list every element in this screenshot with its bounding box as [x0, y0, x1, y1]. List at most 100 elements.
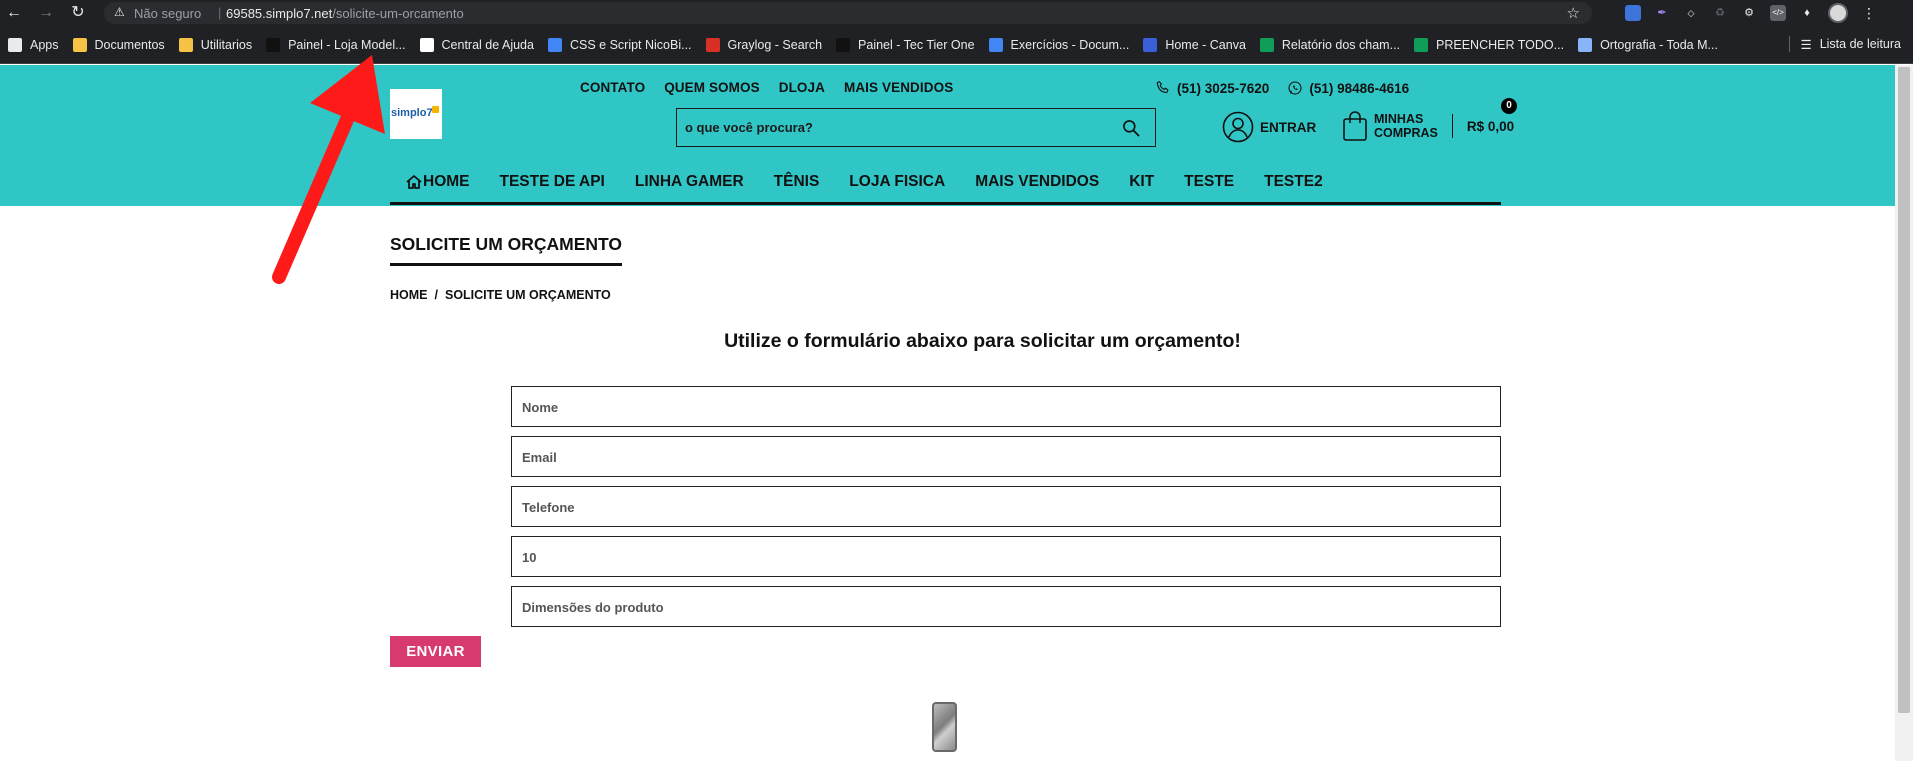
bookmark-item[interactable]: Painel - Tec Tier One [836, 36, 975, 54]
page-scrollbar[interactable] [1895, 65, 1913, 761]
bookmark-star-icon[interactable]: ☆ [1567, 4, 1580, 22]
nav-item[interactable]: LINHA GAMER [635, 173, 744, 191]
user-icon [1222, 111, 1254, 143]
email-input[interactable] [522, 448, 1482, 466]
bookmark-item[interactable]: Central de Ajuda [419, 36, 534, 54]
breadcrumb-current: SOLICITE UM ORÇAMENTO [444, 288, 611, 302]
bookmark-item[interactable]: Utilitarios [178, 36, 252, 54]
bookmarks-bar: Apps Documentos Utilitarios Painel - Loja M… [0, 26, 1913, 64]
phone-field-box [511, 486, 1501, 527]
apps-grid-icon [8, 38, 22, 52]
whatsapp-icon [1288, 81, 1302, 95]
url-text[interactable]: 69585.simplo7.net/solicite-um-orcamento [226, 6, 464, 21]
contact-phones: (51) 3025-7620 (51) 98486-4616 [1155, 80, 1409, 96]
top-links: CONTATO QUEM SOMOS DLOJA MAIS VENDIDOS [580, 80, 953, 95]
dimensions-input[interactable] [522, 598, 1482, 616]
nav-item[interactable]: HOME [406, 173, 470, 191]
nav-item[interactable]: TESTE [1184, 173, 1234, 191]
cart-count-badge: 0 [1501, 98, 1517, 114]
bookmark-favicon-icon [419, 38, 434, 52]
code-icon[interactable]: </> [1770, 5, 1786, 21]
bookmark-item[interactable]: Painel - Loja Model... [266, 36, 406, 54]
feather-icon[interactable]: ✒ [1654, 5, 1670, 21]
top-link[interactable]: MAIS VENDIDOS [844, 80, 953, 95]
phone[interactable]: (51) 3025-7620 [1155, 80, 1269, 96]
back-icon[interactable]: ← [4, 3, 24, 23]
cart-link[interactable]: MINHAS COMPRAS R$ 0,00 [1342, 110, 1514, 142]
leaf-icon[interactable]: ◇ [1683, 5, 1699, 21]
browser-toolbar: ← → ↻ ⚠ Não seguro | 69585.simplo7.net/s… [0, 0, 1913, 26]
product-image [932, 702, 957, 752]
warning-icon: ⚠ [114, 5, 125, 19]
cart-label: MINHAS COMPRAS [1374, 112, 1438, 140]
address-bar[interactable]: ⚠ Não seguro | 69585.simplo7.net/solicit… [104, 2, 1592, 24]
bookmark-favicon-icon [988, 38, 1003, 52]
breadcrumb-separator: / [434, 288, 438, 302]
bookmark-favicon-icon [266, 38, 281, 52]
top-link[interactable]: DLOJA [779, 80, 825, 95]
form-heading: Utilize o formulário abaixo para solicit… [724, 330, 1241, 352]
address-separator: | [218, 5, 222, 20]
dimensions-field-box [511, 586, 1501, 627]
bookmark-favicon-icon [1143, 38, 1158, 52]
login-link[interactable]: ENTRAR [1222, 111, 1316, 143]
bookmark-item[interactable]: Documentos [72, 36, 165, 54]
search-icon[interactable] [1121, 118, 1141, 138]
nav-item[interactable]: TESTE2 [1264, 173, 1323, 191]
cart-total: R$ 0,00 [1466, 118, 1515, 134]
search-input[interactable] [685, 117, 1105, 137]
site-header: simplo7 CONTATO QUEM SOMOS DLOJA MAIS VENDI… [0, 65, 1895, 206]
bookmark-favicon-icon [178, 38, 193, 52]
puzzle-icon[interactable]: ♦ [1799, 5, 1815, 21]
nav-item[interactable]: KIT [1129, 173, 1154, 191]
bookmark-item[interactable]: CSS e Script NicoBi... [547, 36, 692, 54]
name-field-box [511, 386, 1501, 427]
quantity-field-box [511, 536, 1501, 577]
nav-item[interactable]: MAIS VENDIDOS [975, 173, 1099, 191]
bookmark-item[interactable]: PREENCHER TODO... [1414, 36, 1564, 54]
bookmark-item[interactable]: Apps [8, 36, 59, 54]
bookmark-favicon-icon [836, 38, 851, 52]
breadcrumb-home[interactable]: HOME [390, 288, 428, 302]
phone-input[interactable] [522, 498, 1482, 516]
bookmark-item[interactable]: Graylog - Search [705, 36, 822, 54]
reading-list-icon: ☰ [1800, 37, 1812, 52]
bookmark-favicon-icon [547, 38, 562, 52]
reading-list[interactable]: ☰ Lista de leitura [1789, 36, 1901, 52]
bookmark-item[interactable]: Relatório dos cham... [1259, 36, 1400, 54]
security-status: Não seguro [134, 6, 202, 21]
bookmark-favicon-icon [1578, 38, 1593, 52]
bookmark-list: Apps Documentos Utilitarios Painel - Loja M… [8, 36, 1732, 54]
bookmark-item[interactable]: Ortografia - Toda M... [1578, 36, 1718, 54]
nav-item[interactable]: TESTE DE API [500, 173, 605, 191]
search-box [676, 108, 1156, 147]
menu-icon[interactable]: ⋮ [1861, 5, 1877, 21]
extension-icon[interactable] [1625, 5, 1641, 21]
phone-icon [1156, 81, 1169, 93]
bookmark-item[interactable]: Exercícios - Docum... [988, 36, 1129, 54]
nav-item[interactable]: LOJA FISICA [849, 173, 945, 191]
bookmark-favicon-icon [1259, 38, 1274, 52]
main-navigation: HOME TESTE DE API LINHA GAMER TÊNIS LOJA FIS… [390, 161, 1501, 205]
scrollbar-thumb[interactable] [1898, 67, 1910, 713]
gear-icon[interactable]: ⚙ [1741, 5, 1757, 21]
bookmark-favicon-icon [1414, 38, 1429, 52]
recycle-icon[interactable]: ♻ [1712, 5, 1728, 21]
bookmark-favicon-icon [705, 38, 720, 52]
top-link[interactable]: CONTATO [580, 80, 645, 95]
name-input[interactable] [522, 398, 1482, 416]
page-title: SOLICITE UM ORÇAMENTO [390, 234, 623, 266]
avatar[interactable] [1828, 3, 1848, 23]
top-link[interactable]: QUEM SOMOS [664, 80, 760, 95]
bookmark-favicon-icon [72, 38, 87, 52]
extensions-area: ✒ ◇ ♻ ⚙ </> ♦ ⋮ [1625, 3, 1877, 23]
nav-item[interactable]: TÊNIS [774, 173, 820, 191]
whatsapp[interactable]: (51) 98486-4616 [1287, 80, 1409, 96]
quantity-input[interactable] [522, 548, 1482, 566]
bookmark-item[interactable]: Home - Canva [1143, 36, 1246, 54]
forward-icon[interactable]: → [36, 3, 56, 23]
reload-icon[interactable]: ↻ [68, 3, 88, 23]
submit-button[interactable]: ENVIAR [390, 636, 481, 667]
home-icon [406, 174, 422, 189]
logo[interactable]: simplo7 [390, 89, 442, 139]
